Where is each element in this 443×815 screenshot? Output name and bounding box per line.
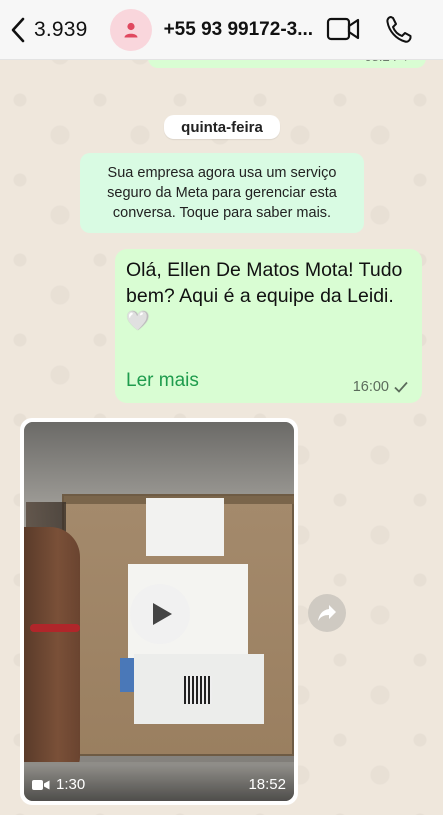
message-text: Olá, Ellen De Matos Mota! Tudo bem? Aqui…: [126, 259, 403, 307]
message-time: 16:00: [352, 379, 389, 395]
read-more-link[interactable]: Ler mais: [126, 370, 199, 392]
thumbnail-arm: [24, 527, 80, 777]
thumbnail-barcode: [184, 676, 212, 704]
thumbnail-background: [24, 422, 294, 502]
video-thumbnail[interactable]: 1:30 18:52: [24, 422, 294, 801]
phone-icon[interactable]: [385, 14, 413, 44]
outgoing-message-bubble[interactable]: Olá, Ellen De Matos Mota! Tudo bem? Aqui…: [115, 249, 422, 403]
duration-text: 1:30: [56, 776, 86, 793]
message-time: 18:52: [248, 776, 286, 793]
video-camera-icon: [32, 779, 50, 790]
chevron-left-icon: [11, 17, 25, 42]
back-button[interactable]: 3.939: [10, 8, 88, 52]
message-meta: 16:00: [353, 379, 408, 395]
contact-name[interactable]: +55 93 99172-3...: [164, 19, 314, 41]
date-separator: quinta-feira: [164, 115, 280, 139]
forward-icon: [318, 605, 336, 621]
unread-count: 3.939: [34, 17, 88, 41]
check-icon: [394, 381, 408, 393]
thumbnail-bracelet: [30, 624, 80, 632]
chat-header: 3.939 +55 93 99172-3...: [0, 0, 443, 60]
video-message[interactable]: 1:30 18:52: [20, 418, 298, 805]
thumbnail-note: [146, 498, 224, 556]
person-icon: [124, 22, 138, 37]
video-duration: 1:30: [32, 776, 85, 793]
forward-button[interactable]: [308, 594, 346, 632]
white-heart-emoji: 🤍: [126, 311, 150, 332]
video-call-icon[interactable]: [326, 16, 360, 42]
business-info-message[interactable]: Sua empresa agora usa um serviço seguro …: [80, 153, 364, 233]
avatar[interactable]: [109, 8, 152, 51]
thumbnail-tag: [120, 658, 134, 692]
play-button[interactable]: [130, 584, 190, 644]
play-icon: [153, 603, 172, 625]
video-footer: 1:30 18:52: [24, 765, 294, 801]
